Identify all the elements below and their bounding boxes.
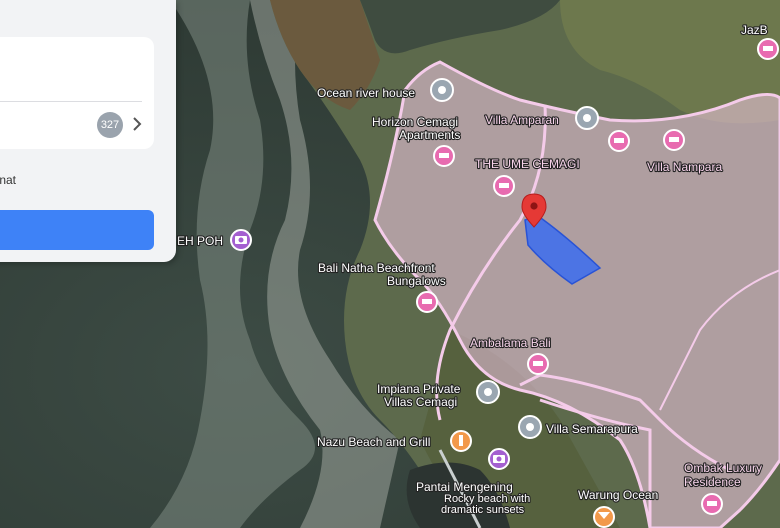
chevron-right-icon[interactable]: [130, 114, 144, 134]
label-eh-poh[interactable]: EH POH: [176, 233, 224, 249]
label-villa-nampara[interactable]: Villa Nampara: [646, 159, 724, 175]
poi-pin-icon[interactable]: [518, 415, 542, 439]
label-horizon[interactable]: Horizon Cemagi: [371, 114, 459, 130]
label-bali-natha[interactable]: Bali Natha Beachfront: [317, 260, 437, 276]
primary-button[interactable]: [0, 210, 154, 250]
label-villa-semarapura[interactable]: Villa Semarapura: [545, 421, 639, 437]
label-the-ume[interactable]: THE UME CEMAGI: [474, 156, 581, 172]
poi-pin-icon[interactable]: [476, 380, 500, 404]
label-rocky-2: dramatic sunsets: [441, 504, 525, 516]
hotel-pin-icon[interactable]: [433, 145, 455, 167]
divider: [0, 101, 142, 102]
label-impiana[interactable]: Impiana Private: [376, 381, 462, 397]
label-warung[interactable]: Warung Ocean: [577, 487, 659, 503]
label-ambalama[interactable]: Ambalama Bali: [469, 335, 552, 351]
label-ocean-river-house[interactable]: Ocean river house: [316, 85, 417, 101]
hotel-pin-icon[interactable]: [701, 493, 723, 515]
side-panel: 327 rdinat: [0, 0, 176, 262]
camera-pin-icon[interactable]: [488, 448, 510, 470]
label-horizon-2[interactable]: Apartments: [398, 127, 462, 143]
label-ombak[interactable]: Ombak Luxury: [683, 460, 763, 476]
hotel-pin-icon[interactable]: [757, 38, 779, 60]
hotel-pin-icon[interactable]: [416, 291, 438, 313]
restaurant-pin-icon[interactable]: [450, 430, 472, 452]
bar-pin-icon[interactable]: [593, 506, 615, 528]
label-pantai[interactable]: Pantai Mengening: [415, 479, 514, 495]
label-jazb[interactable]: JazB: [740, 22, 769, 38]
label-impiana-2[interactable]: Villas Cemagi: [383, 394, 458, 410]
hotel-pin-icon[interactable]: [527, 353, 549, 375]
label-nazu[interactable]: Nazu Beach and Grill: [316, 434, 432, 450]
label-villa-amparan[interactable]: Villa Amparan: [484, 112, 560, 128]
hotel-pin-icon[interactable]: [608, 130, 630, 152]
poi-pin-icon[interactable]: [575, 106, 599, 130]
count-badge[interactable]: 327: [97, 112, 123, 138]
label-bali-natha-2[interactable]: Bungalows: [386, 273, 447, 289]
hotel-pin-icon[interactable]: [663, 129, 685, 151]
coordinate-label: rdinat: [0, 173, 17, 187]
poi-pin-icon[interactable]: [430, 78, 454, 102]
camera-pin-icon[interactable]: [230, 229, 252, 251]
label-ombak-2[interactable]: Residence: [683, 474, 742, 490]
hotel-pin-icon[interactable]: [493, 175, 515, 197]
